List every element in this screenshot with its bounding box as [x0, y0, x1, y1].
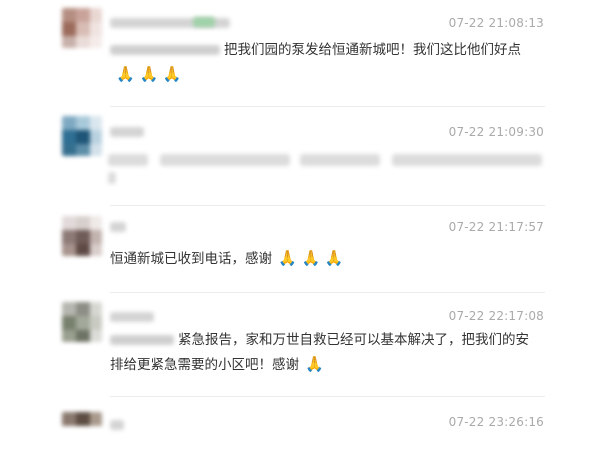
comment-divider — [110, 396, 545, 397]
comment-body: 把我们园的泵发给恒通新城吧！我们这比他们好点 — [224, 42, 521, 58]
username-redacted[interactable] — [110, 127, 144, 137]
mention-redacted[interactable] — [110, 335, 174, 345]
comment-timestamp: 07-22 23:26:16 — [448, 415, 544, 429]
comment-item: 07-22 22:17:08 紧急报告，家和万世自救已经可以基本解决了，把我们的… — [0, 294, 600, 404]
avatar[interactable] — [62, 412, 102, 452]
comment-item: 07-22 21:09:30 — [0, 110, 600, 206]
avatar[interactable] — [62, 302, 102, 342]
comment-item: 07-22 21:08:13 把我们园的泵发给恒通新城吧！我们这比他们好点 🙏 🙏… — [0, 0, 600, 110]
mention-redacted[interactable] — [110, 45, 220, 55]
avatar[interactable] — [62, 216, 102, 256]
comment-divider — [110, 106, 545, 107]
comment-text: 把我们园的泵发给恒通新城吧！我们这比他们好点 🙏 🙏 🙏 — [110, 38, 542, 87]
comment-item: 07-22 23:26:16 — [0, 404, 600, 430]
comment-text: 恒通新城已收到电话，感谢 🙏 🙏 🙏 — [110, 246, 542, 271]
comment-timestamp: 07-22 21:09:30 — [448, 125, 544, 139]
praying-hands-icon: 🙏 🙏 🙏 — [116, 65, 182, 83]
comment-timestamp: 07-22 22:17:08 — [448, 309, 544, 323]
comment-text: 紧急报告，家和万世自救已经可以基本解决了，把我们的安排给更紧急需要的小区吧！感谢… — [110, 328, 542, 377]
praying-hands-icon: 🙏 — [305, 355, 324, 373]
avatar[interactable] — [62, 8, 102, 48]
username-redacted[interactable] — [110, 312, 154, 322]
comment-body: 恒通新城已收到电话，感谢 — [110, 251, 272, 267]
comment-timestamp: 07-22 21:08:13 — [448, 16, 544, 30]
username-redacted[interactable] — [110, 420, 124, 430]
comment-timestamp: 07-22 21:17:57 — [448, 220, 544, 234]
username-redacted[interactable] — [110, 222, 126, 232]
comment-divider — [110, 292, 545, 293]
praying-hands-icon: 🙏 🙏 🙏 — [278, 249, 344, 267]
avatar[interactable] — [62, 116, 102, 156]
username-badge-redacted — [193, 17, 215, 27]
comment-item: 07-22 21:17:57 恒通新城已收到电话，感谢 🙏 🙏 🙏 — [0, 206, 600, 294]
